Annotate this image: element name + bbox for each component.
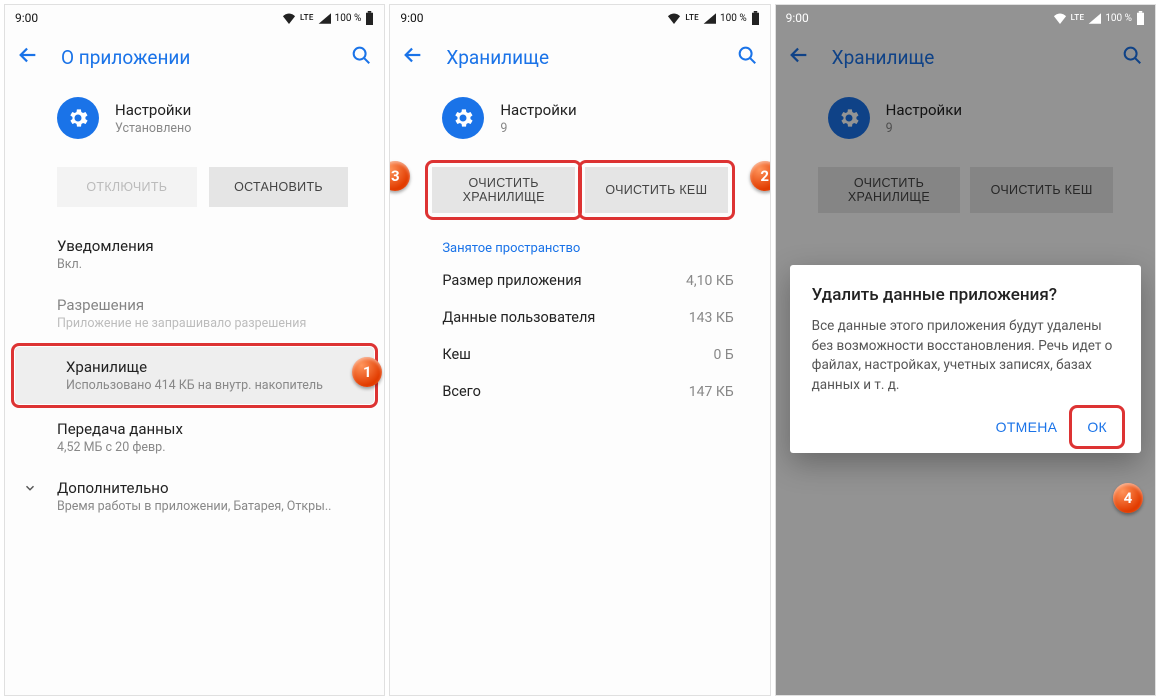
row-total: Всего 147 КБ [390,373,769,410]
clear-cache-button[interactable]: ОЧИСТИТЬ КЕШ [585,167,728,213]
advanced-title: Дополнительно [57,479,348,497]
app-installed-status: Установлено [115,121,191,136]
battery-percent: 100 % [720,13,747,24]
storage-sub: Использовано 414 КБ на внутр. накопитель [66,378,339,393]
value: 147 КБ [689,384,734,400]
status-bar: 9:00 LTE 100 % [776,5,1155,31]
notifications-title: Уведомления [57,237,348,255]
screen-dialog: 9:00 LTE 100 % Хранилище Настройки 9 ОЧИ… [775,4,1156,696]
header: Хранилище [390,31,769,83]
battery-icon [751,11,760,25]
callout-marker-4: 4 [1113,483,1143,513]
label: Размер приложения [442,272,581,289]
cancel-button[interactable]: ОТМЕНА [984,411,1070,443]
row-app-size: Размер приложения 4,10 КБ [390,262,769,299]
battery-percent: 100 % [1105,13,1132,24]
storage-title: Хранилище [66,358,339,376]
space-used-header: Занятое пространство [390,231,769,262]
delete-data-dialog: Удалить данные приложения? Все данные эт… [790,265,1141,453]
app-icon-settings [442,97,484,139]
screen-storage: 9:00 LTE 100 % Хранилище Настройки 9 3 О… [389,4,770,696]
callout-marker-3: 3 [390,161,410,191]
status-time: 9:00 [15,11,38,25]
chevron-down-icon [23,481,37,499]
wifi-icon [282,13,296,24]
data-usage-item[interactable]: Передача данных 4,52 МБ с 20 февр. [5,408,384,467]
lte-label: LTE [300,14,314,22]
notifications-item[interactable]: Уведомления Вкл. [5,225,384,284]
content: Настройки 9 3 ОЧИСТИТЬ ХРАНИЛИЩЕ ОЧИСТИТ… [390,83,769,695]
row-user-data: Данные пользователя 143 КБ [390,299,769,336]
app-icon-settings [57,97,99,139]
status-icons: LTE 100 % [282,11,374,25]
notifications-sub: Вкл. [57,257,348,272]
advanced-item[interactable]: Дополнительно Время работы в приложении,… [5,467,384,526]
app-name: Настройки [115,101,191,119]
back-icon[interactable] [17,44,39,70]
page-title: Хранилище [446,46,713,69]
data-usage-sub: 4,52 МБ с 20 февр. [57,440,348,455]
status-bar: 9:00 LTE 100 % [5,5,384,31]
clear-storage-highlight: ОЧИСТИТЬ ХРАНИЛИЩЕ [432,167,575,213]
row-cache: Кеш 0 Б [390,336,769,373]
permissions-item[interactable]: Разрешения Приложение не запрашивало раз… [5,284,384,343]
app-summary: Настройки Установлено [5,83,384,157]
action-buttons: ОТКЛЮЧИТЬ ОСТАНОВИТЬ [5,157,384,225]
status-icons: LTE 100 % [667,11,759,25]
storage-item[interactable]: Хранилище Использовано 414 КБ на внутр. … [11,343,378,408]
header: О приложении [5,31,384,83]
force-stop-button[interactable]: ОСТАНОВИТЬ [209,167,349,207]
disable-button[interactable]: ОТКЛЮЧИТЬ [57,167,197,207]
ok-button[interactable]: ОК [1075,411,1119,443]
battery-icon [365,11,374,25]
wifi-icon [1053,13,1067,24]
label: Кеш [442,346,471,363]
advanced-sub: Время работы в приложении, Батарея, Откр… [57,499,348,514]
app-version: 9 [500,121,576,136]
data-usage-title: Передача данных [57,420,348,438]
lte-label: LTE [1071,14,1085,22]
status-time: 9:00 [786,11,809,25]
permissions-title: Разрешения [57,296,348,314]
search-icon[interactable] [350,44,372,70]
clear-cache-highlight: ОЧИСТИТЬ КЕШ [585,167,728,213]
label: Всего [442,383,481,400]
status-icons: LTE 100 % [1053,11,1145,25]
app-summary: Настройки 9 [390,83,769,157]
status-bar: 9:00 LTE 100 % [390,5,769,31]
wifi-icon [667,13,681,24]
page-title: О приложении [61,46,328,69]
app-name: Настройки [500,101,576,119]
clear-storage-button[interactable]: ОЧИСТИТЬ ХРАНИЛИЩЕ [432,167,575,213]
action-buttons: 3 ОЧИСТИТЬ ХРАНИЛИЩЕ ОЧИСТИТЬ КЕШ 2 [390,157,769,231]
search-icon[interactable] [736,44,758,70]
signal-icon [1088,13,1101,24]
value: 143 КБ [689,310,734,326]
lte-label: LTE [685,14,699,22]
signal-icon [318,13,331,24]
screen-app-info: 9:00 LTE 100 % О приложении Настройки Ус… [4,4,385,696]
ok-highlight: ОК [1075,411,1119,443]
dialog-title: Удалить данные приложения? [812,285,1119,305]
content: Настройки Установлено ОТКЛЮЧИТЬ ОСТАНОВИ… [5,83,384,695]
value: 4,10 КБ [686,273,734,289]
status-time: 9:00 [400,11,423,25]
signal-icon [703,13,716,24]
permissions-sub: Приложение не запрашивало разрешения [57,316,348,331]
battery-icon [1136,11,1145,25]
callout-marker-2: 2 [750,161,770,191]
battery-percent: 100 % [335,13,362,24]
back-icon[interactable] [402,44,424,70]
label: Данные пользователя [442,309,595,326]
dialog-body: Все данные этого приложения будут удален… [812,317,1119,395]
value: 0 Б [713,347,733,363]
dialog-actions: ОТМЕНА ОК [812,411,1119,443]
